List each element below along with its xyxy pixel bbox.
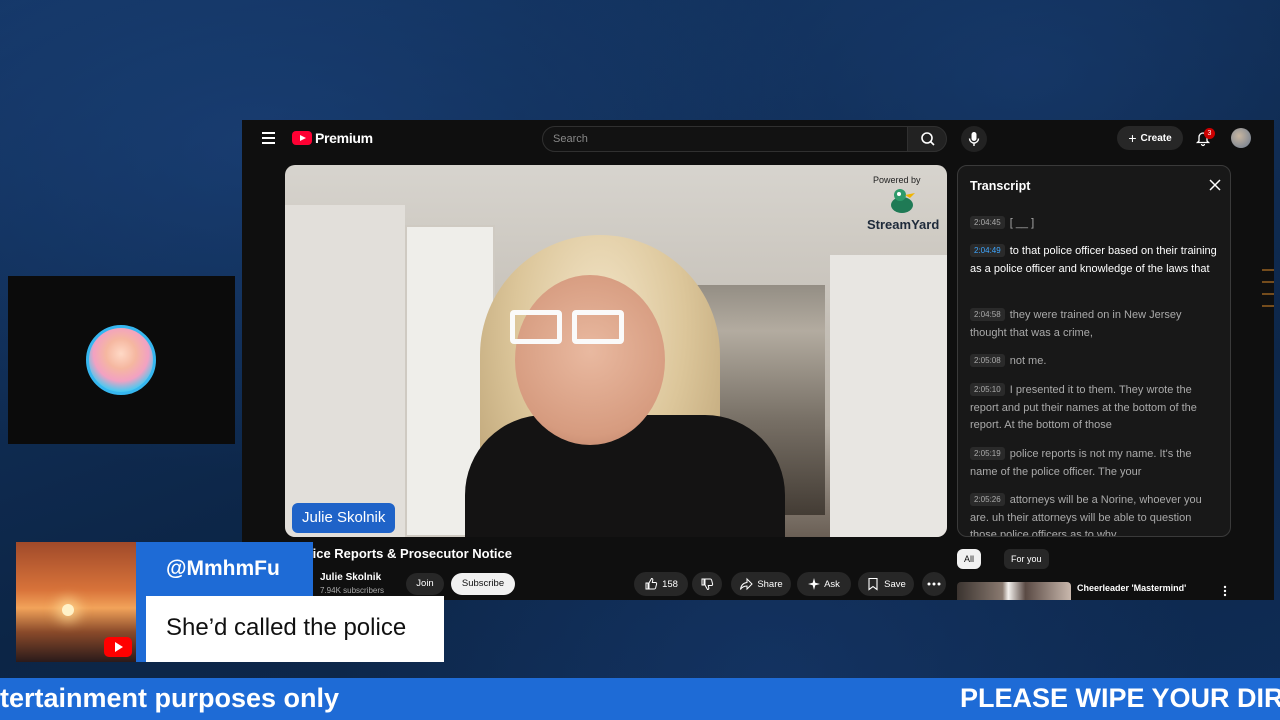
subscriber-count: 7.94K subscribers xyxy=(320,586,385,595)
chat-username: @MmhmFu xyxy=(166,557,280,580)
transcript-segment[interactable]: 2:04:45 [ __ ] xyxy=(970,215,1220,233)
ticker-text-right: PLEASE WIPE YOUR DIRT xyxy=(960,683,1280,713)
dislike-button[interactable] xyxy=(692,572,722,596)
search-input[interactable]: Search xyxy=(542,126,908,152)
segment-timestamp: 2:05:08 xyxy=(970,354,1005,367)
side-scroll-markers xyxy=(1262,269,1274,307)
youtube-badge-icon xyxy=(104,637,132,657)
transcript-segment[interactable]: 2:05:08 not me. xyxy=(970,353,1220,371)
subscribe-button[interactable]: Subscribe xyxy=(451,573,515,595)
plus-icon: + xyxy=(1128,130,1137,146)
like-count: 158 xyxy=(662,578,678,590)
menu-icon[interactable] xyxy=(262,132,275,144)
create-button[interactable]: + Create xyxy=(1117,126,1183,150)
more-actions-button[interactable] xyxy=(922,572,946,596)
streamyard-duck-icon xyxy=(891,189,915,213)
account-avatar[interactable] xyxy=(1231,128,1251,148)
segment-timestamp: 2:04:45 xyxy=(970,216,1005,229)
ticker-text-left: tertainment purposes only xyxy=(0,683,340,713)
search-button[interactable] xyxy=(907,126,947,152)
speaker-name-tag: Julie Skolnik xyxy=(292,503,396,533)
video-title: lice Reports & Prosecutor Notice xyxy=(309,546,512,561)
thumbs-down-icon xyxy=(701,578,714,591)
chat-message: She’d called the police xyxy=(166,614,407,641)
join-button[interactable]: Join xyxy=(406,573,444,595)
youtube-window: Premium Search + Create 3 Powered by Str… xyxy=(242,120,1274,600)
chip-for-you[interactable]: For you xyxy=(1004,549,1049,569)
segment-text: [ __ ] xyxy=(1009,217,1035,229)
streamyard-label: StreamYard xyxy=(867,217,940,232)
close-icon[interactable] xyxy=(1208,178,1222,192)
ask-button[interactable]: Ask xyxy=(797,572,851,596)
youtube-premium-logo[interactable]: Premium xyxy=(292,130,373,146)
share-icon xyxy=(740,577,754,591)
scrolling-ticker: tertainment purposes only PLEASE WIPE YO… xyxy=(0,678,1280,720)
segment-text: not me. xyxy=(1009,355,1047,367)
video-frame-wall-right xyxy=(830,255,947,537)
like-button[interactable]: 158 xyxy=(634,572,688,596)
sunset-image xyxy=(62,604,74,616)
transcript-segment[interactable]: 2:04:58 they were trained on in New Jerse… xyxy=(970,307,1220,342)
save-button[interactable]: Save xyxy=(858,572,914,596)
notification-count-badge: 3 xyxy=(1204,128,1215,139)
transcript-segment[interactable]: 2:05:10 I presented it to them. They wrot… xyxy=(970,382,1220,435)
share-button[interactable]: Share xyxy=(731,572,791,596)
more-horizontal-icon xyxy=(927,582,941,586)
recommendation-thumbnail[interactable] xyxy=(957,582,1071,600)
thumbs-up-icon xyxy=(645,577,658,590)
chat-accent-bar xyxy=(136,596,146,662)
video-player[interactable]: Powered by StreamYard Julie Skolnik xyxy=(285,165,947,537)
transcript-segment[interactable]: 2:05:19 police reports is not my name. It… xyxy=(970,446,1220,481)
chip-all[interactable]: All xyxy=(957,549,982,569)
video-frame-wall xyxy=(285,205,405,537)
transcript-title: Transcript xyxy=(970,179,1031,193)
segment-text: attorneys will be a Norine, whoever you … xyxy=(970,494,1202,537)
segment-timestamp: 2:04:58 xyxy=(970,308,1005,321)
video-frame-person-face xyxy=(515,275,665,445)
video-frame-glasses xyxy=(510,310,630,348)
segment-timestamp: 2:05:26 xyxy=(970,493,1005,506)
share-label: Share xyxy=(757,578,783,590)
ask-label: Ask xyxy=(824,578,840,590)
segment-timestamp: 2:05:10 xyxy=(970,383,1005,396)
youtube-logo-icon xyxy=(292,131,312,145)
microphone-icon xyxy=(968,132,980,146)
recommendation-title[interactable]: Cheerleader 'Mastermind' xyxy=(1077,583,1186,593)
youtube-topbar: Premium Search + Create 3 xyxy=(242,120,1274,160)
more-vertical-icon[interactable] xyxy=(1222,585,1228,597)
logo-text: Premium xyxy=(315,130,373,146)
segment-timestamp: 2:04:49 xyxy=(970,244,1005,257)
save-playlist-icon xyxy=(868,577,878,591)
transcript-panel: Transcript 2:04:45 [ __ ] 2:04:49 to that … xyxy=(957,165,1231,537)
sparkle-icon xyxy=(808,578,821,590)
save-label: Save xyxy=(884,578,906,590)
powered-by-label: Powered by xyxy=(873,175,921,185)
channel-logo xyxy=(86,325,156,395)
voice-search-button[interactable] xyxy=(961,126,987,152)
transcript-segment[interactable]: 2:05:26 attorneys will be a Norine, whoev… xyxy=(970,492,1220,537)
transcript-segment-active[interactable]: 2:04:49 to that police officer based on t… xyxy=(970,243,1220,278)
segment-timestamp: 2:05:19 xyxy=(970,447,1005,460)
search-icon xyxy=(921,132,935,146)
channel-name[interactable]: Julie Skolnik xyxy=(320,572,381,583)
segment-text: to that police officer based on their tr… xyxy=(970,245,1217,275)
create-label: Create xyxy=(1140,132,1172,144)
